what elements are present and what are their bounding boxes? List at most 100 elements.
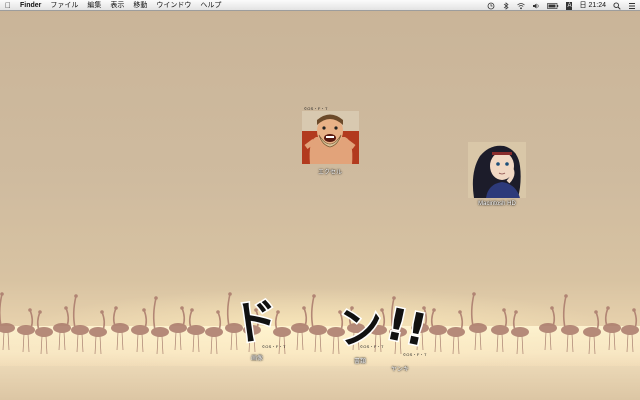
flamingo-shape	[190, 308, 194, 312]
flamingo-shape	[100, 310, 104, 314]
flamingo-shape	[154, 296, 158, 300]
menu-window[interactable]: ウインドウ	[156, 0, 191, 11]
flamingo-shape	[72, 295, 77, 329]
flamingo-shape	[550, 306, 554, 310]
flamingo-shape	[112, 307, 117, 327]
flamingo-shape	[181, 307, 186, 327]
flamingo-shape	[71, 325, 89, 335]
flamingo-shape	[0, 293, 3, 327]
wifi-icon[interactable]	[517, 2, 526, 10]
spotlight-search-icon[interactable]	[613, 1, 621, 10]
manga-don-text: ド ン !!	[228, 290, 433, 352]
clock-day[interactable]: 日	[579, 0, 586, 11]
icon-label[interactable]: Macintosh HD	[478, 201, 516, 207]
flamingo-shape	[152, 297, 157, 331]
flamingo-shape	[633, 309, 638, 329]
bluetooth-icon[interactable]	[502, 1, 510, 10]
flamingo-shape	[544, 331, 552, 351]
volume-icon[interactable]	[532, 2, 540, 10]
flamingo-shape	[151, 327, 169, 337]
flamingo-shape	[503, 309, 508, 329]
flamingo-shape	[514, 310, 518, 314]
flamingo-shape	[28, 308, 32, 312]
flamingo-shape	[496, 333, 504, 353]
flamingo-shape	[452, 335, 460, 355]
flamingo-shape	[174, 331, 182, 351]
dark-haired-character-icon[interactable]	[468, 142, 526, 198]
flamingo-shape	[0, 323, 15, 333]
menu-bar:  Finder ファイル 編集 表示 移動 ウインドウ ヘルプ A 日 21:…	[0, 0, 640, 11]
flamingo-shape	[136, 333, 144, 353]
flamingo-shape	[36, 311, 41, 331]
manga-glyph-exclaim[interactable]: !!	[380, 297, 433, 352]
flamingo-shape	[512, 311, 517, 331]
flamingo-shape	[217, 311, 222, 331]
apple-menu-icon[interactable]: 	[5, 0, 11, 11]
icon-credit: ©OS・F・T	[360, 344, 384, 349]
menu-edit[interactable]: 編集	[87, 0, 101, 11]
flamingo-shape	[116, 331, 124, 351]
icon-label[interactable]: エクセル	[318, 167, 342, 176]
flamingo-shape	[470, 293, 475, 327]
icon-label-documents[interactable]: 書類	[354, 356, 366, 365]
menu-go[interactable]: 移動	[133, 0, 147, 11]
flamingo-shape	[180, 306, 184, 310]
flamingo-shape	[626, 333, 634, 353]
flamingo-shape	[65, 307, 70, 327]
icon-credit: ©OS・F・T	[262, 344, 286, 349]
flamingo-shape	[58, 331, 66, 351]
flamingo-shape	[562, 295, 567, 329]
flamingo-shape	[564, 294, 568, 298]
flamingo-shape	[604, 307, 609, 327]
flamingo-shape	[459, 311, 464, 331]
flamingo-shape	[632, 308, 636, 312]
flamingo-shape	[156, 335, 164, 355]
flamingo-shape	[474, 331, 482, 351]
flamingo-shape	[74, 294, 78, 298]
input-method-indicator[interactable]: A	[566, 1, 573, 10]
flamingo-shape	[29, 309, 34, 329]
flamingo-shape	[192, 333, 200, 353]
flamingo-shape	[516, 335, 524, 355]
flamingo-shape	[561, 325, 579, 335]
time-machine-icon[interactable]	[487, 2, 495, 10]
flamingo-shape	[595, 311, 600, 331]
bearded-character-icon[interactable]	[302, 111, 359, 164]
menu-view[interactable]: 表示	[110, 0, 124, 11]
flamingo-shape	[606, 306, 610, 310]
icon-label-images[interactable]: 画像	[251, 353, 263, 362]
flamingo-shape	[114, 306, 118, 310]
menu-help[interactable]: ヘルプ	[200, 0, 221, 11]
notification-center-icon[interactable]	[628, 2, 636, 10]
icon-label-yanki[interactable]: ヤンキ	[391, 364, 409, 373]
flamingo-shape	[608, 331, 616, 351]
flamingo-shape	[40, 335, 48, 355]
clock-time[interactable]: 21:24	[588, 0, 606, 11]
flamingo-shape	[472, 292, 476, 296]
flamingo-shape	[143, 309, 148, 329]
flamingo-shape	[142, 308, 146, 312]
flamingo-shape	[76, 333, 84, 353]
flamingo-shape	[469, 323, 487, 333]
flamingo-shape	[216, 310, 220, 314]
flamingo-shape	[94, 335, 102, 355]
flamingo-shape	[64, 306, 68, 310]
flamingo-shape	[0, 292, 4, 296]
flamingo-shape	[2, 331, 10, 351]
flamingo-shape	[38, 310, 42, 314]
flamingo-shape	[188, 309, 193, 329]
battery-icon[interactable]	[547, 2, 559, 10]
menu-finder[interactable]: Finder	[20, 0, 41, 11]
flamingo-shape	[566, 333, 574, 353]
manga-glyph-do[interactable]: ド	[228, 290, 283, 352]
flamingo-shape	[101, 311, 106, 331]
flamingo-shape	[551, 307, 556, 327]
flamingo-shape	[588, 335, 596, 355]
menu-file[interactable]: ファイル	[50, 0, 78, 11]
flamingo-shape	[210, 335, 218, 355]
icon-credit: ©OS・F・T	[403, 352, 427, 357]
flamingo-shape	[594, 310, 598, 314]
flamingo-shape	[22, 333, 30, 353]
flamingo-shape	[458, 310, 462, 314]
flamingo-shape	[502, 308, 506, 312]
